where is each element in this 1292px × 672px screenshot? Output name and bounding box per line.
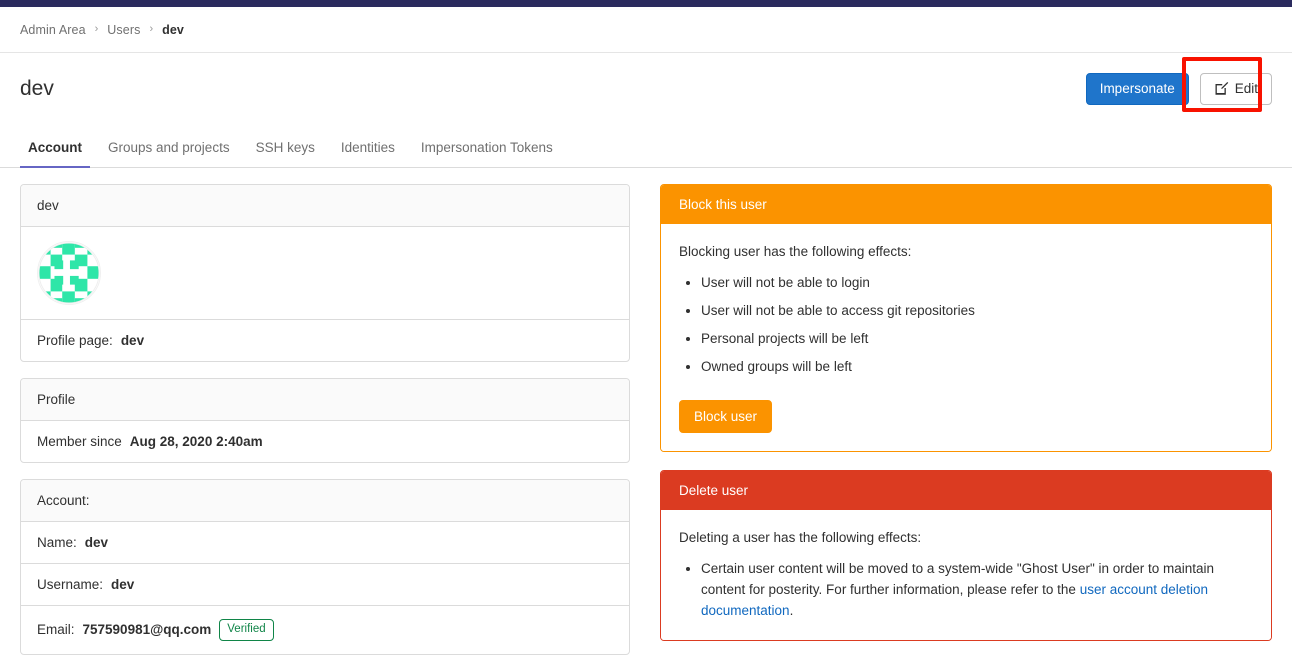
account-username-row: Username: dev [21,564,629,606]
member-since-value: Aug 28, 2020 2:40am [129,434,263,449]
main-content: dev Profile page: dev Profile Member sin… [0,168,1292,671]
breadcrumb-item-users[interactable]: Users [107,23,140,37]
profile-page-row: Profile page: dev [21,320,629,361]
profile-page-value[interactable]: dev [121,333,144,348]
user-identity-card-header: dev [21,185,629,227]
account-name-label: Name: [37,535,77,550]
tab-account[interactable]: Account [20,140,90,168]
left-column: dev Profile page: dev Profile Member sin… [20,184,630,671]
block-user-panel-heading: Block this user [661,185,1271,224]
user-identity-card: dev Profile page: dev [20,184,630,362]
delete-user-panel-heading: Delete user [661,471,1271,511]
account-username-value: dev [111,577,135,592]
tabs-bar: Account Groups and projects SSH keys Ide… [0,124,1292,168]
profile-card-header: Profile [21,379,629,421]
account-name-row: Name: dev [21,522,629,564]
delete-effect-text-after: . [789,602,794,618]
account-email-value: 757590981@qq.com [82,622,212,638]
block-user-button[interactable]: Block user [679,399,773,434]
tab-groups-and-projects[interactable]: Groups and projects [100,140,238,168]
list-item: User will not be able to login [701,273,1253,294]
breadcrumb: Admin Area › Users › dev [0,7,1292,53]
page-header: dev Impersonate Edit [0,53,1292,124]
page-title: dev [20,77,54,100]
block-user-panel: Block this user Blocking user has the fo… [660,184,1272,453]
email-verified-badge: Verified [219,619,274,641]
delete-user-effects-list: Certain user content will be moved to a … [679,559,1253,622]
tab-ssh-keys[interactable]: SSH keys [248,140,323,168]
list-item: User will not be able to access git repo… [701,301,1253,322]
delete-user-panel: Delete user Deleting a user has the foll… [660,470,1272,641]
account-card: Account: Name: dev Username: dev Email: … [20,479,630,655]
profile-page-label: Profile page: [37,333,113,348]
edit-button-wrapper: Edit [1181,56,1272,112]
user-identicon-avatar [37,241,101,305]
tab-identities[interactable]: Identities [333,140,403,168]
account-username-label: Username: [37,577,104,592]
top-navbar-strip [0,0,1292,7]
list-item: Owned groups will be left [701,357,1253,378]
avatar-row [21,227,629,320]
member-since-row: Member since Aug 28, 2020 2:40am [21,421,629,462]
pencil-square-icon [1214,81,1229,96]
header-actions: Impersonate Edit [1085,56,1272,112]
profile-card: Profile Member since Aug 28, 2020 2:40am [20,378,630,463]
edit-button[interactable]: Edit [1199,72,1272,105]
block-user-panel-body: Blocking user has the following effects:… [661,224,1271,452]
list-item: Certain user content will be moved to a … [701,559,1253,622]
block-user-intro: Blocking user has the following effects: [679,244,912,259]
member-since-label: Member since [37,434,122,449]
impersonate-button[interactable]: Impersonate [1085,72,1189,105]
delete-user-intro: Deleting a user has the following effect… [679,530,922,546]
account-name-value: dev [84,535,109,550]
block-user-effects-list: User will not be able to login User will… [679,273,1253,378]
delete-user-panel-body: Deleting a user has the following effect… [661,510,1271,640]
account-email-label: Email: [37,622,75,638]
breadcrumb-separator-icon: › [149,23,154,35]
account-email-row: Email: 757590981@qq.com Verified [21,606,629,654]
list-item: Personal projects will be left [701,329,1253,350]
breadcrumb-separator-icon: › [94,23,99,35]
breadcrumb-item-admin-area[interactable]: Admin Area [20,23,86,37]
breadcrumb-item-dev: dev [162,22,184,37]
account-card-header: Account: [21,480,629,522]
edit-button-label: Edit [1234,80,1258,96]
right-column: Block this user Blocking user has the fo… [660,184,1272,659]
tab-impersonation-tokens[interactable]: Impersonation Tokens [413,140,561,168]
